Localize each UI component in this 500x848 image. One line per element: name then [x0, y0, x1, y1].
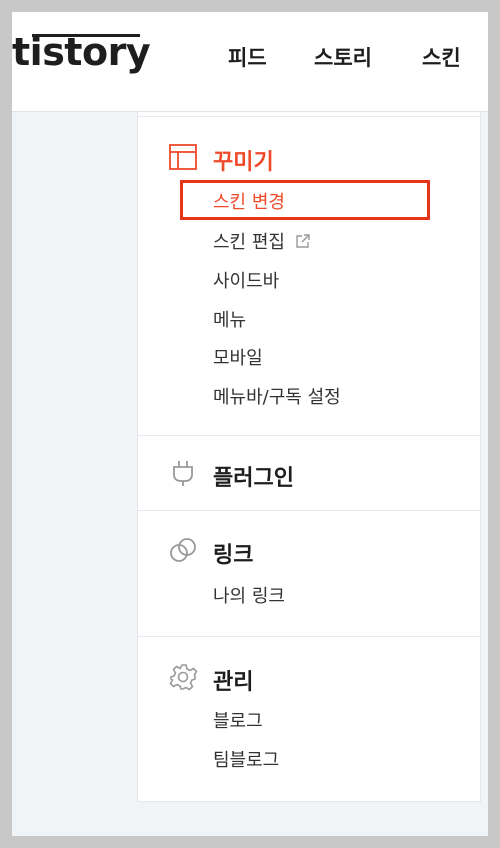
- plug-icon: [173, 461, 193, 486]
- gear-icon: [169, 664, 198, 691]
- section-title-link[interactable]: 링크: [213, 537, 253, 569]
- menu-sidebar[interactable]: 사이드바: [213, 267, 279, 293]
- nav-feed[interactable]: 피드: [228, 42, 267, 72]
- layout-icon: [169, 144, 197, 170]
- divider: [138, 636, 480, 637]
- divider: [138, 116, 480, 117]
- section-title-customize[interactable]: 꾸미기: [213, 144, 274, 176]
- tistory-logo[interactable]: tistory: [12, 30, 151, 74]
- sidebar-panel: 꾸미기 스킨 변경 스킨 편집 사이드바 메뉴 모바일 메뉴바/구독 설정 플러…: [137, 112, 481, 802]
- menu-my-link[interactable]: 나의 링크: [213, 582, 285, 608]
- external-link-icon: [296, 234, 310, 248]
- menu-mobile[interactable]: 모바일: [213, 344, 263, 370]
- top-header: tistory 피드 스토리 스킨: [12, 12, 488, 112]
- menu-menu[interactable]: 메뉴: [213, 306, 246, 332]
- menu-skin-edit[interactable]: 스킨 편집: [213, 228, 311, 254]
- link-icon: [170, 538, 196, 562]
- menu-blog[interactable]: 블로그: [213, 707, 263, 733]
- menu-team-blog[interactable]: 팀블로그: [213, 746, 279, 772]
- divider: [138, 510, 480, 511]
- section-title-plugin[interactable]: 플러그인: [213, 460, 294, 492]
- menu-menubar-subscribe[interactable]: 메뉴바/구독 설정: [213, 383, 341, 409]
- nav-skin[interactable]: 스킨: [422, 42, 461, 72]
- nav-story[interactable]: 스토리: [314, 42, 372, 72]
- app-frame: tistory 피드 스토리 스킨 꾸미기 스킨 변경 스킨 편집 사이드바 메…: [12, 12, 488, 836]
- menu-skin-edit-label: 스킨 편집: [213, 232, 285, 253]
- menu-skin-change[interactable]: 스킨 변경: [213, 188, 285, 214]
- section-title-manage[interactable]: 관리: [213, 664, 253, 696]
- divider: [138, 435, 480, 436]
